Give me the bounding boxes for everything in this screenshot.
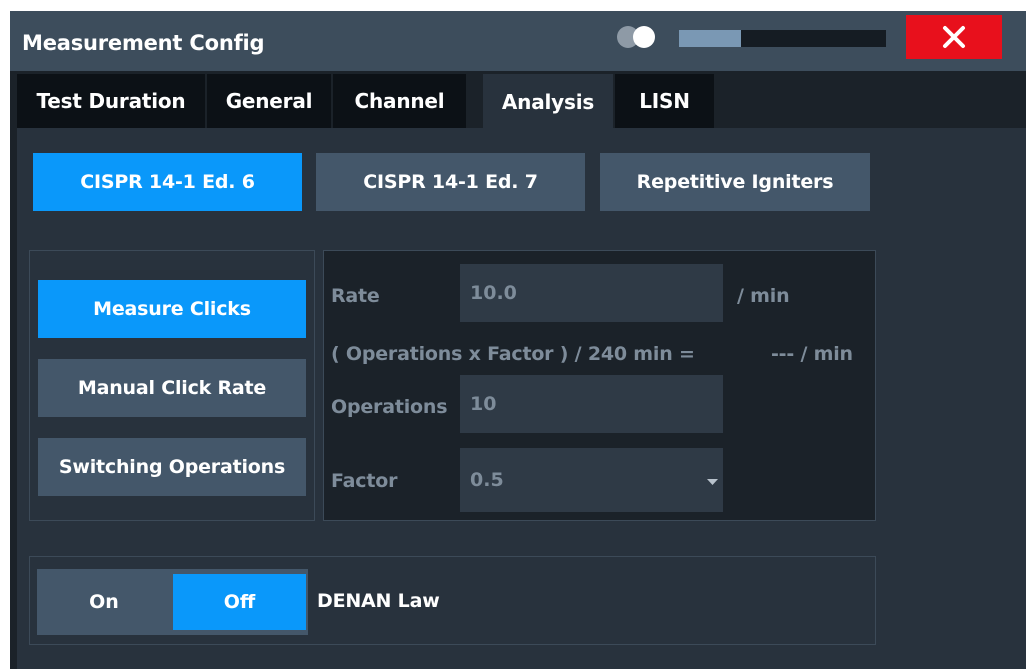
operations-label: Operations — [331, 396, 448, 418]
rate-label: Rate — [331, 285, 380, 307]
denan-off-button[interactable]: Off — [173, 574, 306, 630]
cispr-ed7-button[interactable]: CISPR 14-1 Ed. 7 — [316, 153, 585, 211]
formula-text: ( Operations x Factor ) / 240 min = — [331, 343, 695, 365]
chevron-down-icon — [707, 479, 718, 485]
rate-unit: / min — [737, 285, 790, 307]
tab-channel[interactable]: Channel — [333, 74, 466, 128]
repetitive-igniters-button[interactable]: Repetitive Igniters — [600, 153, 870, 211]
tab-test-duration[interactable]: Test Duration — [17, 74, 205, 128]
dialog-title: Measurement Config — [22, 31, 265, 55]
cispr-ed6-button[interactable]: CISPR 14-1 Ed. 6 — [33, 153, 302, 211]
progress-bar — [679, 30, 886, 47]
tab-general[interactable]: General — [207, 74, 331, 128]
factor-dropdown[interactable]: 0.5 — [460, 448, 723, 512]
progress-fill — [679, 30, 742, 47]
rate-input[interactable]: 10.0 — [460, 264, 723, 322]
factor-label: Factor — [331, 470, 398, 492]
measure-clicks-button[interactable]: Measure Clicks — [38, 280, 306, 338]
operations-input[interactable]: 10 — [460, 375, 723, 433]
tab-analysis[interactable]: Analysis — [483, 74, 613, 130]
close-button[interactable] — [906, 15, 1002, 59]
formula-result: --- / min — [771, 343, 853, 365]
denan-on-button[interactable]: On — [37, 569, 171, 635]
close-icon — [943, 26, 965, 48]
switching-operations-button[interactable]: Switching Operations — [38, 438, 306, 496]
manual-click-rate-button[interactable]: Manual Click Rate — [38, 359, 306, 417]
denan-law-label: DENAN Law — [317, 590, 440, 612]
toggle-icon[interactable] — [614, 24, 662, 50]
tab-lisn[interactable]: LISN — [615, 74, 714, 128]
